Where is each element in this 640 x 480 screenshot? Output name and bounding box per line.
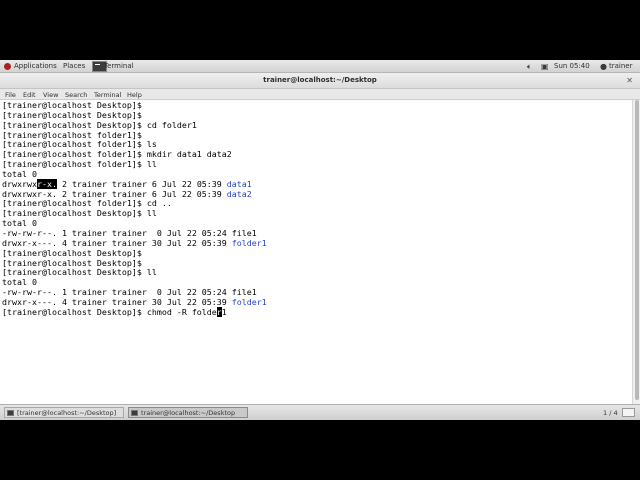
applications-menu[interactable]: Applications xyxy=(14,62,57,71)
network-icon[interactable]: ▣ xyxy=(541,62,549,71)
window-title: trainer@localhost:~/Desktop xyxy=(263,76,377,84)
directory-name: data2 xyxy=(226,188,252,199)
scrollbar-thumb[interactable] xyxy=(635,100,639,400)
menu-file[interactable]: File xyxy=(5,91,16,99)
text-cursor: r xyxy=(216,306,222,317)
taskbar-item-label: trainer@localhost:~/Desktop xyxy=(141,409,236,417)
user-menu[interactable]: trainer xyxy=(609,62,632,71)
terminal-scrollbar[interactable] xyxy=(632,100,640,404)
menu-search[interactable]: Search xyxy=(65,91,87,99)
directory-name: data1 xyxy=(226,178,252,189)
menu-terminal[interactable]: Terminal xyxy=(94,91,121,99)
terminal-output[interactable]: [trainer@localhost Desktop]$ [trainer@loc… xyxy=(0,100,632,404)
top-panel: Applications Places Terminal 🔈︎ ▣ Sun 05… xyxy=(0,60,640,73)
directory-name: folder1 xyxy=(231,296,267,307)
taskbar-item-minimized[interactable]: [trainer@localhost:~/Desktop] xyxy=(4,407,124,418)
taskbar-item-active[interactable]: trainer@localhost:~/Desktop xyxy=(128,407,248,418)
volume-icon[interactable]: 🔈︎ xyxy=(527,62,532,71)
terminal-line: [trainer@localhost Desktop]$ chmod -R fo… xyxy=(2,306,227,317)
terminal-icon xyxy=(131,410,138,416)
terminal-icon xyxy=(7,410,14,416)
close-icon[interactable]: ✕ xyxy=(626,76,633,85)
terminal-app-label[interactable]: Terminal xyxy=(104,62,134,71)
terminal-line: [trainer@localhost Desktop]$ ll xyxy=(2,267,157,278)
workspace-switcher[interactable] xyxy=(622,408,635,417)
menu-bar: File Edit View Search Terminal Help xyxy=(0,89,640,100)
selected-text: r-x. xyxy=(36,178,57,189)
directory-name: folder1 xyxy=(231,237,267,248)
clock[interactable]: Sun 05:40 xyxy=(554,62,590,71)
user-icon: ● xyxy=(600,62,607,71)
window-titlebar[interactable]: trainer@localhost:~/Desktop ✕ xyxy=(0,73,640,89)
terminal-lines: [trainer@localhost Desktop]$ [trainer@loc… xyxy=(2,100,267,318)
terminal-line: [trainer@localhost folder1]$ ll xyxy=(2,159,157,170)
fedora-logo-icon[interactable] xyxy=(4,63,11,70)
menu-edit[interactable]: Edit xyxy=(23,91,36,99)
menu-view[interactable]: View xyxy=(43,91,58,99)
bottom-panel: [trainer@localhost:~/Desktop] trainer@lo… xyxy=(0,404,640,420)
workspace-indicator: 1 / 4 xyxy=(603,409,618,417)
menu-help[interactable]: Help xyxy=(127,91,142,99)
desktop-screen: Applications Places Terminal 🔈︎ ▣ Sun 05… xyxy=(0,60,640,420)
places-menu[interactable]: Places xyxy=(63,62,85,71)
terminal-line: [trainer@localhost Desktop]$ ll xyxy=(2,208,157,219)
taskbar-item-label: [trainer@localhost:~/Desktop] xyxy=(17,409,117,417)
